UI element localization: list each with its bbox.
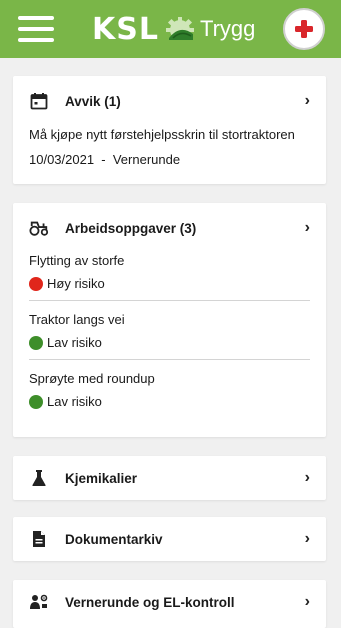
risk-label: Lav risiko	[47, 394, 102, 409]
risk-dot-icon	[29, 394, 43, 409]
risk-badge: Lav risiko	[29, 394, 310, 409]
brand-suffix: Trygg	[199, 16, 256, 41]
documents-header[interactable]: Dokumentarkiv ›	[13, 517, 326, 561]
emergency-button[interactable]	[283, 8, 325, 50]
risk-label: Høy risiko	[47, 276, 105, 291]
brand-name: KSL	[92, 11, 159, 47]
tasks-header[interactable]: Arbeidsoppgaver (3) ›	[13, 203, 326, 253]
task-item[interactable]: Sprøyte med roundup Lav risiko	[13, 369, 326, 409]
gear-leaf-icon	[165, 17, 194, 40]
app-bar: KSL Trygg	[0, 0, 341, 58]
tasks-card: Arbeidsoppgaver (3) › Flytting av storfe…	[13, 203, 326, 437]
chevron-right-icon: ›	[304, 219, 310, 236]
risk-badge: Høy risiko	[29, 276, 310, 291]
documents-title: Dokumentarkiv	[65, 531, 163, 547]
chemicals-card[interactable]: Kjemikalier ›	[13, 456, 326, 500]
document-icon	[29, 529, 49, 549]
task-name: Flytting av storfe	[29, 253, 125, 268]
deviations-title: Avvik (1)	[65, 93, 121, 109]
inspection-header[interactable]: Vernerunde og EL-kontroll ›	[13, 580, 326, 624]
chemicals-title: Kjemikalier	[65, 470, 138, 486]
brand-logo: KSL Trygg	[92, 10, 255, 48]
task-item[interactable]: Traktor langs vei Lav risiko	[13, 310, 326, 350]
chemicals-header[interactable]: Kjemikalier ›	[13, 456, 326, 500]
tractor-icon	[29, 218, 49, 238]
inspection-card[interactable]: Vernerunde og EL-kontroll ›	[13, 580, 326, 628]
chevron-right-icon: ›	[304, 530, 310, 547]
divider	[29, 300, 310, 301]
chevron-right-icon: ›	[304, 469, 310, 486]
deviation-text[interactable]: Må kjøpe nytt førstehjelpsskrin til stor…	[13, 124, 326, 145]
red-cross-icon	[295, 20, 313, 38]
risk-label: Lav risiko	[47, 335, 102, 350]
deviations-card: Avvik (1) › Må kjøpe nytt førstehjelpssk…	[13, 76, 326, 184]
deviation-meta: 10/03/2021 - Vernerunde	[29, 152, 181, 167]
documents-card[interactable]: Dokumentarkiv ›	[13, 517, 326, 561]
task-name: Traktor langs vei	[29, 312, 125, 327]
risk-dot-icon	[29, 276, 43, 291]
flask-icon	[29, 468, 49, 488]
risk-dot-icon	[29, 335, 43, 350]
risk-badge: Lav risiko	[29, 335, 310, 350]
inspection-title: Vernerunde og EL-kontroll	[65, 594, 235, 610]
chevron-right-icon: ›	[304, 593, 310, 610]
task-name: Sprøyte med roundup	[29, 371, 155, 386]
calendar-icon	[29, 91, 49, 111]
chevron-right-icon: ›	[304, 92, 310, 109]
divider	[29, 359, 310, 360]
task-item[interactable]: Flytting av storfe Høy risiko	[13, 251, 326, 291]
tasks-title: Arbeidsoppgaver (3)	[65, 220, 197, 236]
inspection-icon	[29, 592, 49, 612]
deviations-header[interactable]: Avvik (1) ›	[13, 76, 326, 126]
hamburger-icon[interactable]	[18, 16, 54, 42]
